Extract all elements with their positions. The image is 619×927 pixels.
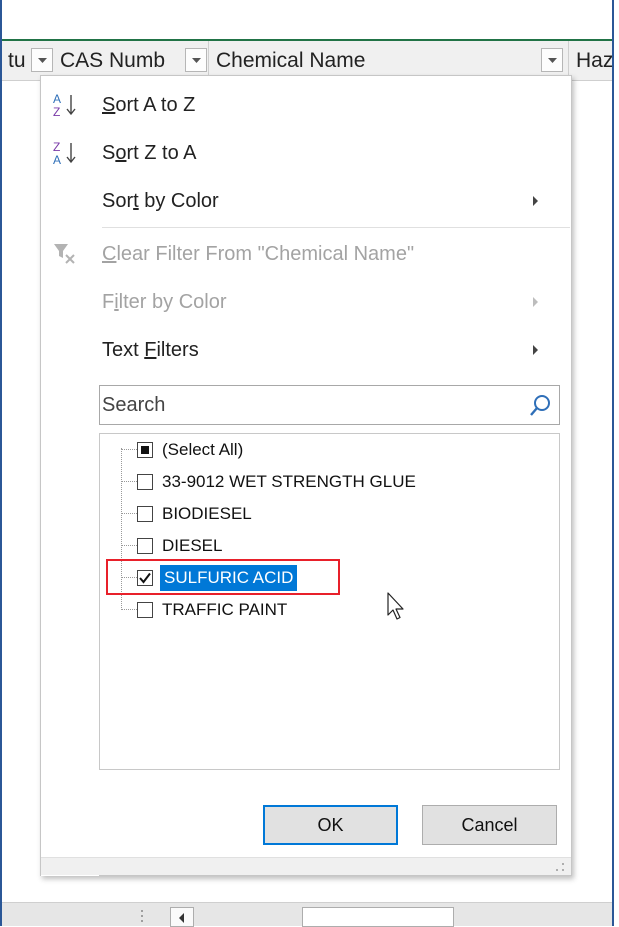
tree-connector: [121, 449, 137, 450]
select-all-checkbox[interactable]: [137, 442, 153, 458]
tree-connector: [121, 609, 137, 610]
ok-button[interactable]: OK: [263, 805, 398, 845]
menu-separator: [102, 227, 570, 228]
search-field[interactable]: [99, 385, 560, 425]
menu-item-label: Filter by Color: [102, 291, 227, 313]
list-item-label: (Select All): [162, 440, 244, 459]
menu-item-label: Sort Z to A: [102, 142, 197, 164]
filter-dropdown-button-chemical-name[interactable]: [541, 48, 563, 72]
menu-item-sort-a-to-z[interactable]: A Z Sort A to Z: [41, 81, 571, 129]
list-item-label: DIESEL: [162, 536, 223, 555]
list-item-label: BIODIESEL: [162, 504, 252, 523]
autofilter-dropdown-panel: A Z Sort A to Z Z A Sort Z to A Sort by …: [40, 75, 572, 876]
list-item[interactable]: TRAFFIC PAINT: [100, 594, 555, 626]
item-checkbox[interactable]: [137, 602, 153, 618]
column-header-prev[interactable]: tu: [8, 41, 30, 81]
sheet-tab-bar: [2, 902, 612, 927]
svg-text:Z: Z: [53, 140, 60, 154]
svg-text:A: A: [53, 153, 61, 167]
tree-connector: [121, 513, 137, 514]
list-item[interactable]: DIESEL: [100, 530, 555, 562]
resize-grip-icon[interactable]: [551, 862, 565, 872]
menu-item-label: Sort A to Z: [102, 94, 196, 116]
item-checkbox[interactable]: [137, 538, 153, 554]
window-right-edge: [612, 0, 614, 926]
list-item-label: TRAFFIC PAINT: [162, 600, 288, 619]
submenu-arrow-icon: [533, 345, 538, 355]
panel-footer: [41, 857, 571, 875]
dropdown-arrow-icon: [192, 58, 201, 63]
svg-text:Z: Z: [53, 105, 60, 119]
sort-descending-icon: Z A: [53, 140, 76, 167]
filter-values-list[interactable]: (Select All) 33-9012 WET STRENGTH GLUE B…: [99, 433, 560, 770]
search-icon[interactable]: [529, 394, 551, 418]
menu-item-filter-by-color[interactable]: Filter by Color: [41, 278, 571, 326]
clear-filter-icon: [54, 244, 75, 264]
dropdown-arrow-icon: [38, 58, 47, 63]
svg-text:A: A: [53, 92, 61, 106]
dropdown-arrow-icon: [548, 58, 557, 63]
scroll-left-button[interactable]: [170, 907, 194, 927]
list-item-label: 33-9012 WET STRENGTH GLUE: [162, 472, 416, 491]
menu-item-sort-z-to-a[interactable]: Z A Sort Z to A: [41, 129, 571, 177]
column-header-hazard[interactable]: Haz: [576, 41, 612, 81]
list-item[interactable]: BIODIESEL: [100, 498, 555, 530]
tree-connector: [121, 545, 137, 546]
submenu-arrow-icon: [533, 196, 538, 206]
filter-dropdown-button-cas[interactable]: [185, 48, 207, 72]
submenu-arrow-icon: [533, 297, 538, 307]
sort-ascending-icon: A Z: [53, 92, 76, 119]
item-checkbox[interactable]: [137, 506, 153, 522]
filter-dropdown-button-prev[interactable]: [31, 48, 53, 72]
cancel-button[interactable]: Cancel: [422, 805, 557, 845]
menu-item-text-filters[interactable]: Text Filters: [41, 326, 571, 374]
menu-item-label: Text Filters: [102, 339, 199, 361]
list-item[interactable]: 33-9012 WET STRENGTH GLUE: [100, 466, 555, 498]
search-input[interactable]: [100, 386, 520, 424]
horizontal-scrollbar-thumb[interactable]: [302, 907, 454, 927]
menu-item-label: Sort by Color: [102, 190, 219, 212]
mouse-pointer-icon: [387, 592, 404, 620]
splitter-dots-icon[interactable]: [140, 909, 144, 923]
tree-connector: [121, 481, 137, 482]
menu-item-clear-filter[interactable]: Clear Filter From "Chemical Name": [41, 230, 571, 278]
menu-item-label: Clear Filter From "Chemical Name": [102, 243, 415, 265]
list-item-select-all[interactable]: (Select All): [100, 434, 555, 466]
annotation-highlight-box: [106, 559, 340, 595]
menu-item-sort-by-color[interactable]: Sort by Color: [41, 177, 571, 225]
item-checkbox[interactable]: [137, 474, 153, 490]
